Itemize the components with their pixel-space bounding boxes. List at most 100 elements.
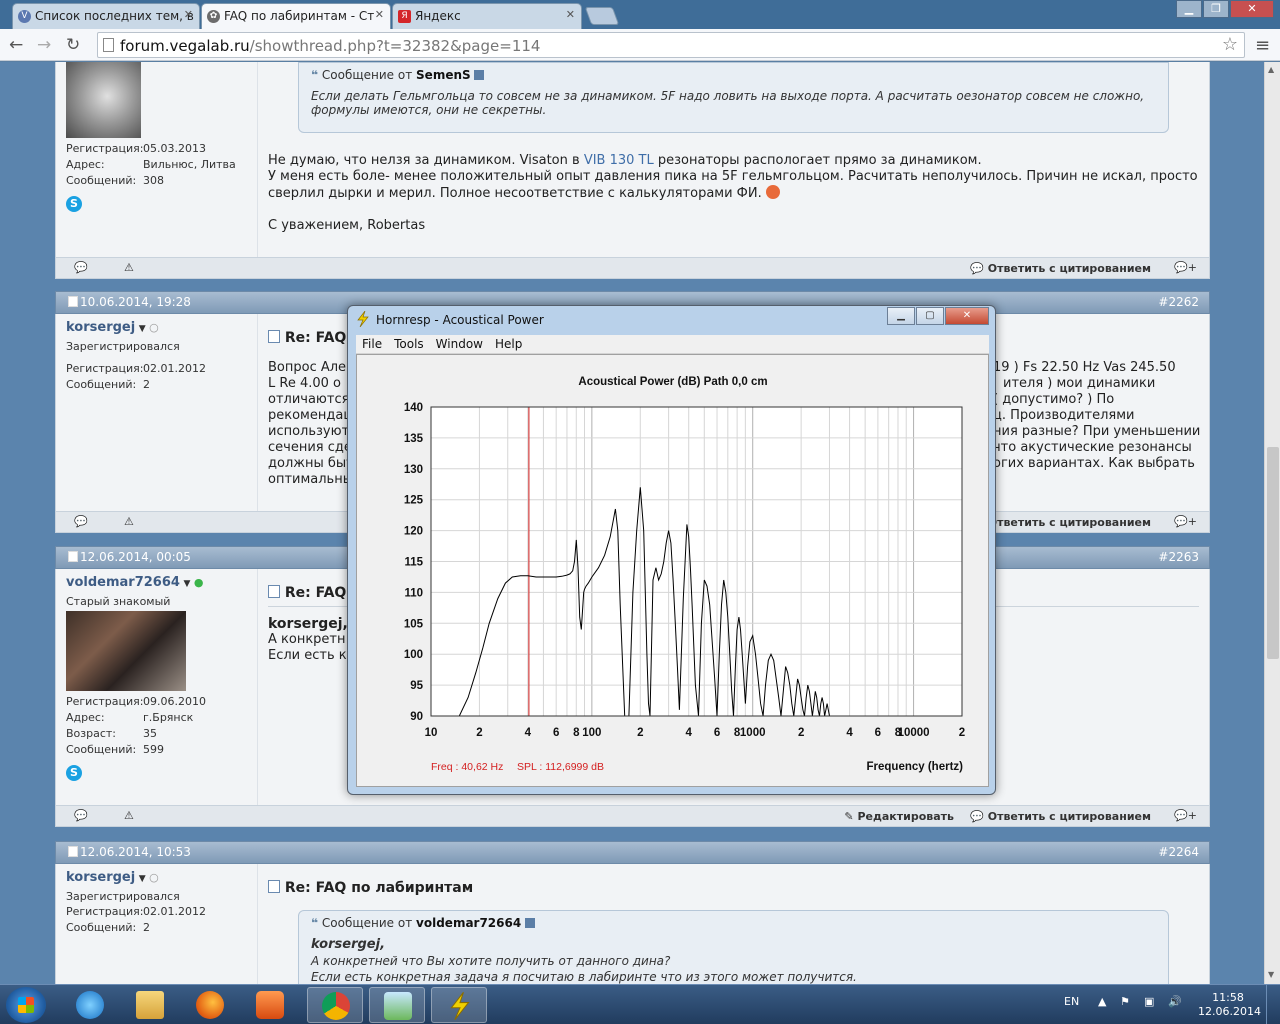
tab-close-icon[interactable]: ✕ <box>566 8 575 21</box>
minimize-icon[interactable]: ▁ <box>887 307 915 325</box>
reload-icon[interactable]: ↻ <box>66 35 80 55</box>
hornresp-window[interactable]: Hornresp - Acoustical Power ▁ ▢ ✕ File To… <box>347 305 996 795</box>
quote-text: Если делать Гельмгольца то совсем не за … <box>311 89 1145 117</box>
multiquote-icon[interactable]: 💬+ <box>1174 809 1197 822</box>
username-link[interactable]: korsergej <box>66 320 135 335</box>
close-icon[interactable]: ✕ <box>1230 0 1274 18</box>
back-arrow-icon[interactable]: ← <box>9 35 23 55</box>
scroll-thumb[interactable] <box>1267 447 1279 659</box>
taskbar-hornresp[interactable] <box>431 987 487 1023</box>
multiquote-icon[interactable]: 💬+ <box>1174 515 1197 528</box>
menu-window[interactable]: Window <box>430 335 489 351</box>
quick-reply-icon[interactable]: 💬 <box>74 515 88 528</box>
close-icon[interactable]: ✕ <box>945 307 989 325</box>
quote-author: voldemar72664 <box>416 916 522 930</box>
user-reg-row: Регистрация: 05.03.2013 <box>66 142 257 158</box>
addr-value: г.Брянск <box>143 711 194 724</box>
skype-icon[interactable]: S <box>66 765 82 781</box>
start-button[interactable] <box>6 987 46 1023</box>
new-tab-button[interactable] <box>584 7 620 25</box>
restore-icon[interactable]: ❐ <box>1203 0 1229 18</box>
address-bar[interactable]: forum.vegalab.ru/showthread.php?t=32382&… <box>97 32 1245 58</box>
user-menu-chevron-icon[interactable]: ▼ <box>139 324 146 334</box>
scroll-up-icon[interactable]: ▲ <box>1268 65 1274 74</box>
scroll-down-icon[interactable]: ▼ <box>1268 970 1274 979</box>
msgs-value: 308 <box>143 174 164 187</box>
report-warning-icon[interactable]: ⚠ <box>124 809 134 822</box>
reply-with-quote-button[interactable]: Ответить с цитированием <box>988 516 1151 529</box>
user-menu-chevron-icon[interactable]: ▼ <box>139 874 146 884</box>
tray-arrow-icon[interactable]: ▲ <box>1098 995 1106 1008</box>
tab-close-icon[interactable]: ✕ <box>184 8 193 21</box>
reply-with-quote-button[interactable]: 💬 Ответить с цитированием <box>970 262 1151 275</box>
taskbar-firefox[interactable] <box>182 987 238 1023</box>
avatar[interactable] <box>66 62 141 138</box>
user-info: Регистрация: 05.03.2013 Адрес: Вильнюс, Ли… <box>56 62 258 257</box>
taskbar-media[interactable] <box>242 987 298 1023</box>
menu-file[interactable]: File <box>356 335 388 351</box>
post-number-link[interactable]: #2262 <box>1158 295 1199 309</box>
forward-arrow-icon[interactable]: → <box>37 35 51 55</box>
user-msgs-row: Сообщений: 2 <box>66 921 257 937</box>
edit-button[interactable]: ✎ Редактировать <box>844 810 954 823</box>
view-post-icon[interactable] <box>525 918 536 928</box>
user-msgs-row: Сообщений: 308 <box>66 174 257 190</box>
post-body: korsergej ▼ ○ Зарегистрировался Регистра… <box>55 864 1210 984</box>
view-post-icon[interactable] <box>474 70 485 80</box>
report-warning-icon[interactable]: ⚠ <box>124 515 134 528</box>
show-desktop-button[interactable] <box>1266 985 1280 1024</box>
user-menu-chevron-icon[interactable]: ▼ <box>183 579 190 589</box>
user-name-row: korsergej ▼ ○ <box>66 320 257 335</box>
taskbar-chrome[interactable] <box>307 987 363 1023</box>
report-warning-icon[interactable]: ⚠ <box>124 261 134 274</box>
taskbar-explorer[interactable] <box>122 987 178 1023</box>
reply-with-quote-button[interactable]: 💬 Ответить с цитированием <box>970 810 1151 823</box>
tab-yandex[interactable]: Я Яндекс ✕ <box>392 3 582 29</box>
quick-reply-icon[interactable]: 💬 <box>74 809 88 822</box>
post-number-link[interactable]: #2263 <box>1158 550 1199 564</box>
quick-reply-icon[interactable]: 💬 <box>74 261 88 274</box>
post-number-link[interactable]: #2264 <box>1158 845 1199 859</box>
menu-tools[interactable]: Tools <box>388 335 430 351</box>
language-indicator[interactable]: EN <box>1064 995 1079 1008</box>
y-tick-label: 120 <box>404 526 423 538</box>
tray-flag-icon[interactable]: ⚑ <box>1120 995 1130 1008</box>
reg-label: Регистрация: <box>66 695 144 708</box>
tab-latest-topics[interactable]: V Список последних тем, в ✕ <box>12 3 200 29</box>
acoustical-power-chart[interactable]: Acoustical Power (dB) Path 0,0 cm 140 135… <box>357 355 988 786</box>
x-tick-label: 10 <box>425 727 438 739</box>
forum-favicon-icon: V <box>18 10 31 23</box>
tray-volume-icon[interactable]: 🔊 <box>1168 995 1182 1008</box>
forum-favicon-icon: ✿ <box>207 10 220 23</box>
vib130tl-link[interactable]: VIB 130 TL <box>584 153 654 168</box>
user-title: Старый знакомый <box>66 595 171 608</box>
username-link[interactable]: korsergej <box>66 870 135 885</box>
msgs-value: 2 <box>143 378 150 391</box>
maximize-icon[interactable]: ▢ <box>916 307 944 325</box>
tab-close-icon[interactable]: ✕ <box>375 8 384 21</box>
addr-value: Вильнюс, Литва <box>143 158 236 171</box>
taskbar-ie[interactable] <box>62 987 118 1023</box>
chrome-menu-icon[interactable]: ≡ <box>1255 35 1270 56</box>
user-reg-row: Регистрация: 09.06.2010 <box>66 695 257 711</box>
taskbar-app[interactable] <box>369 987 425 1023</box>
menu-help[interactable]: Help <box>489 335 528 351</box>
minimize-icon[interactable]: ▁ <box>1176 0 1202 18</box>
text-line: 19 ) Fs 22.50 Hz Vas 245.50 <box>993 360 1176 375</box>
tab-faq-labyrinths[interactable]: ✿ FAQ по лабиринтам - Ст ✕ <box>201 3 391 29</box>
clock-date: 12.06.2014 <box>1198 1005 1261 1018</box>
tray-network-icon[interactable]: ▣ <box>1144 995 1154 1008</box>
offline-status-icon: ○ <box>149 871 159 884</box>
skype-icon[interactable]: S <box>66 196 82 212</box>
multiquote-icon[interactable]: 💬+ <box>1174 261 1197 274</box>
post-date-text: 12.06.2014, 10:53 <box>80 845 191 859</box>
avatar[interactable] <box>66 611 186 691</box>
username-link[interactable]: voldemar72664 <box>66 575 180 590</box>
text-line: А конкретн <box>268 632 346 647</box>
hornresp-chart-area: Acoustical Power (dB) Path 0,0 cm 140 135… <box>356 354 989 787</box>
text-line: Вопрос Але <box>268 360 347 375</box>
page-scrollbar[interactable]: ▲ ▼ <box>1264 62 1280 984</box>
system-clock[interactable]: 11:58 12.06.2014 <box>1198 991 1261 1019</box>
bookmark-star-icon[interactable]: ☆ <box>1222 34 1238 55</box>
text-line: отличаются <box>268 392 350 407</box>
